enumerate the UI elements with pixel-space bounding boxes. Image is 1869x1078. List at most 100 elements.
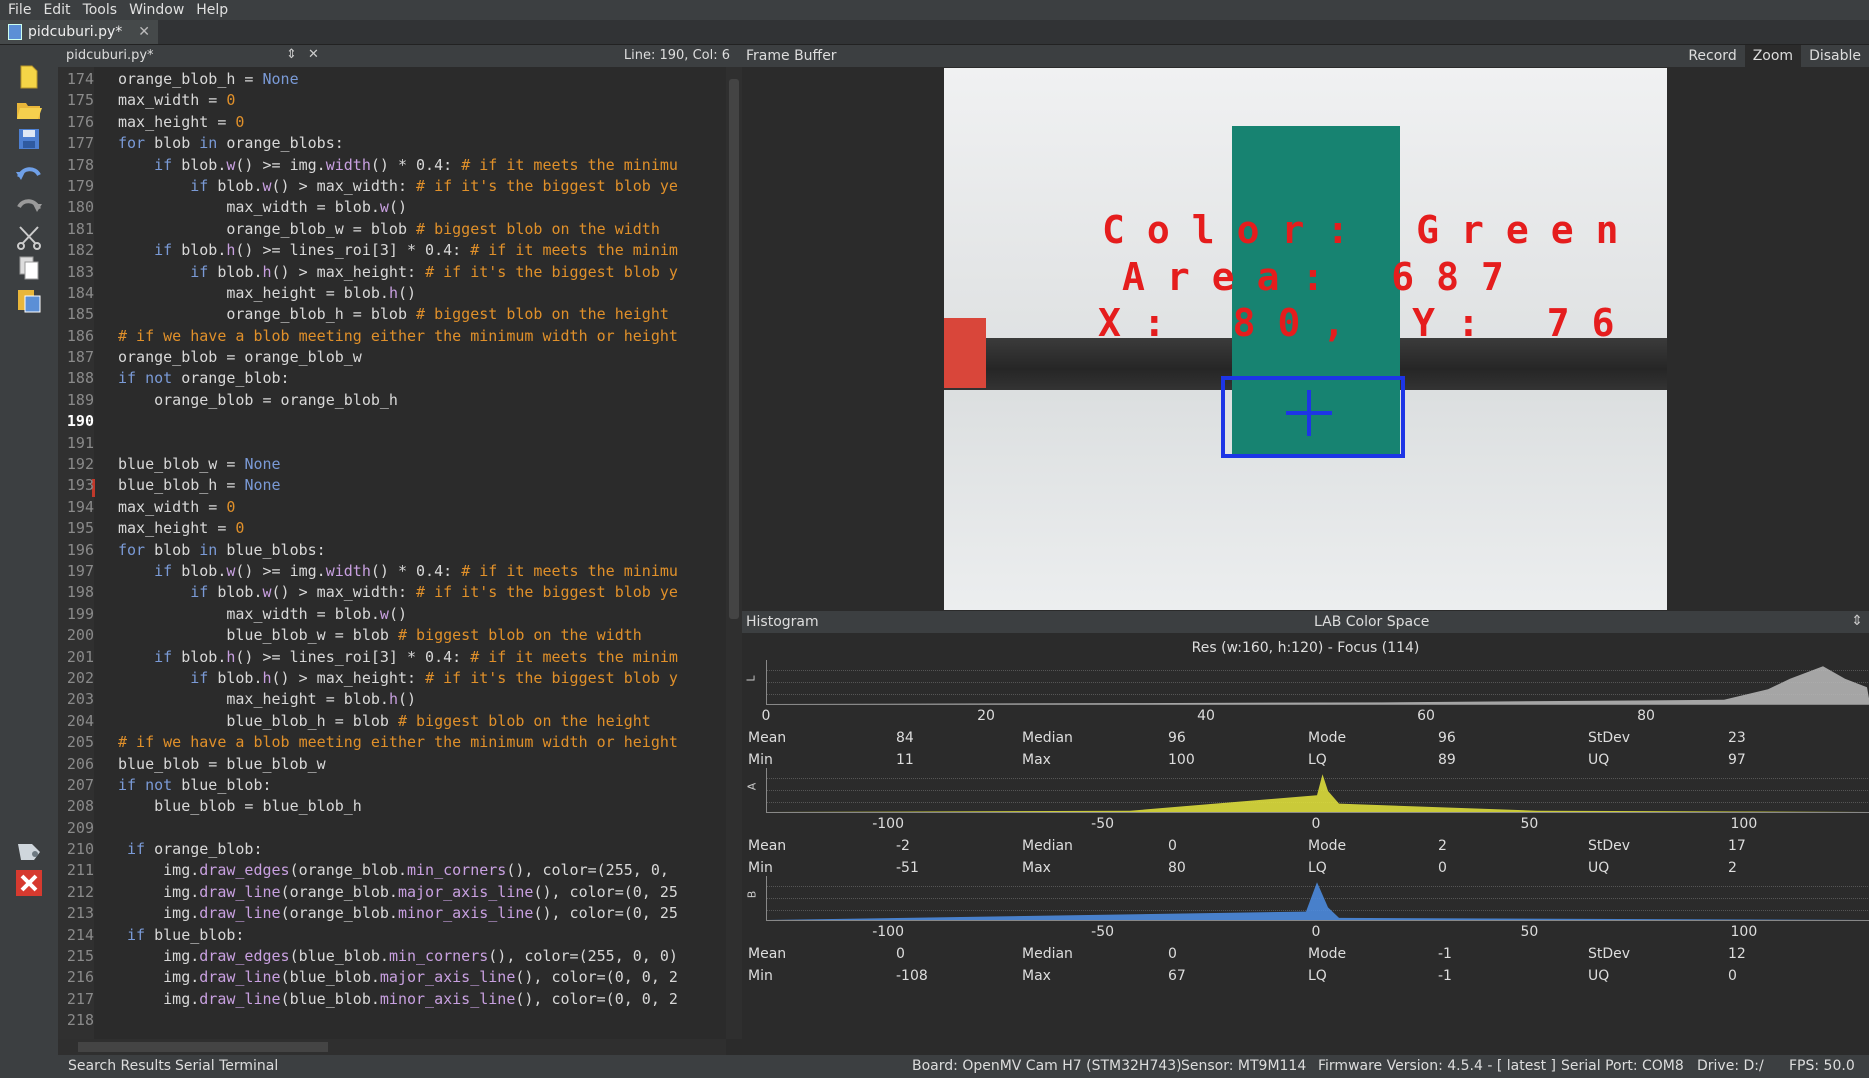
code-line[interactable]: 180 max_width = blob.w() (58, 197, 678, 218)
new-file-icon[interactable] (13, 61, 45, 93)
code-line[interactable]: 205 # if we have a blob meeting either th… (58, 732, 678, 753)
code-text[interactable]: img.draw_edges(orange_blob.min_corners()… (94, 860, 669, 881)
code-line[interactable]: 204 blue_blob_h = blob # biggest blob on… (58, 711, 678, 732)
editor-horizontal-scrollbar[interactable] (58, 1039, 726, 1055)
code-text[interactable]: blue_blob_h = blob # biggest blob on the… (94, 711, 650, 732)
code-text[interactable]: if blob.w() >= img.width() * 0.4: # if i… (94, 561, 678, 582)
code-text[interactable]: if blob.h() > max_height: # if it's the … (94, 262, 678, 283)
code-text[interactable]: img.draw_line(blue_blob.major_axis_line(… (94, 967, 678, 988)
code-text[interactable]: for blob in orange_blobs: (94, 133, 344, 154)
record-button[interactable]: Record (1680, 45, 1744, 67)
code-line[interactable]: 184 max_height = blob.h() (58, 283, 678, 304)
code-text[interactable]: if not orange_blob: (94, 368, 290, 389)
code-line[interactable]: 201 if blob.h() >= lines_roi[3] * 0.4: #… (58, 647, 678, 668)
code-line[interactable]: 178 if blob.w() >= img.width() * 0.4: # … (58, 155, 678, 176)
code-text[interactable]: for blob in blue_blobs: (94, 540, 326, 561)
code-line[interactable]: 189 orange_blob = orange_blob_h (58, 390, 678, 411)
undo-icon[interactable] (13, 158, 45, 190)
code-text[interactable]: if orange_blob: (94, 839, 262, 860)
code-text[interactable]: img.draw_line(orange_blob.minor_axis_lin… (94, 903, 678, 924)
code-line[interactable]: 191 (58, 433, 678, 454)
menu-edit[interactable]: Edit (37, 2, 76, 18)
vertical-scroll-thumb[interactable] (729, 79, 739, 619)
code-text[interactable]: if blue_blob: (94, 925, 244, 946)
code-line[interactable]: 194 max_width = 0 (58, 497, 678, 518)
zoom-button[interactable]: Zoom (1744, 45, 1802, 67)
code-line[interactable]: 187 orange_blob = orange_blob_w (58, 347, 678, 368)
code-text[interactable]: max_height = 0 (94, 518, 244, 539)
code-line[interactable]: 200 blue_blob_w = blob # biggest blob on… (58, 625, 678, 646)
code-lines[interactable]: 174 orange_blob_h = None 175 max_width = 01… (58, 69, 678, 1032)
code-text[interactable]: orange_blob_w = blob # biggest blob on t… (94, 219, 660, 240)
code-text[interactable]: blue_blob_h = None (94, 475, 281, 496)
code-text[interactable]: if blob.h() >= lines_roi[3] * 0.4: # if … (94, 647, 678, 668)
code-text[interactable]: img.draw_edges(blue_blob.min_corners(), … (94, 946, 678, 967)
code-text[interactable]: blue_blob_w = None (94, 454, 281, 475)
save-icon[interactable] (13, 123, 45, 155)
code-text[interactable]: max_height = blob.h() (94, 283, 416, 304)
code-line[interactable]: 188 if not orange_blob: (58, 368, 678, 389)
code-text[interactable]: if blob.w() >= img.width() * 0.4: # if i… (94, 155, 678, 176)
code-line[interactable]: 179 if blob.w() > max_width: # if it's t… (58, 176, 678, 197)
code-line[interactable]: 218 (58, 1010, 678, 1031)
code-line[interactable]: 177 for blob in orange_blobs: (58, 133, 678, 154)
color-space-dropdown-icon[interactable]: ⇕ (1851, 613, 1863, 629)
code-text[interactable]: max_height = blob.h() (94, 689, 416, 710)
code-text[interactable]: blue_blob = blue_blob_w (94, 754, 326, 775)
code-line[interactable]: 210 if orange_blob: (58, 839, 678, 860)
disable-button[interactable]: Disable (1801, 45, 1869, 67)
code-line[interactable]: 174 orange_blob_h = None (58, 69, 678, 90)
editor-file-name[interactable]: pidcuburi.py* (66, 48, 154, 63)
code-text[interactable]: if blob.w() > max_width: # if it's the b… (94, 176, 678, 197)
code-text[interactable]: max_width = blob.w() (94, 604, 407, 625)
close-tab-icon[interactable]: ✕ (138, 24, 150, 40)
code-line[interactable]: 196 for blob in blue_blobs: (58, 540, 678, 561)
horizontal-scroll-thumb[interactable] (78, 1042, 328, 1052)
code-line[interactable]: 217 img.draw_line(blue_blob.minor_axis_l… (58, 989, 678, 1010)
firmware-info[interactable]: Firmware Version: 4.5.4 - [ latest ] (1318, 1058, 1556, 1074)
code-editor[interactable]: 174 orange_blob_h = None 175 max_width = 01… (58, 67, 726, 1039)
serial-terminal-tab[interactable]: Serial Terminal (175, 1058, 278, 1074)
code-text[interactable]: if blob.h() > max_height: # if it's the … (94, 668, 678, 689)
code-line[interactable]: 207 if not blue_blob: (58, 775, 678, 796)
code-line[interactable]: 215 img.draw_edges(blue_blob.min_corners… (58, 946, 678, 967)
code-text[interactable]: img.draw_line(blue_blob.minor_axis_line(… (94, 989, 678, 1010)
code-text[interactable]: orange_blob_h = blob # biggest blob on t… (94, 304, 669, 325)
file-tab[interactable]: pidcuburi.py* ✕ (0, 20, 158, 44)
code-line[interactable]: 195 max_height = 0 (58, 518, 678, 539)
code-text[interactable]: orange_blob_h = None (94, 69, 299, 90)
code-line[interactable]: 183 if blob.h() > max_height: # if it's … (58, 262, 678, 283)
code-line[interactable]: 185 orange_blob_h = blob # biggest blob … (58, 304, 678, 325)
file-dropdown-icon[interactable]: ⇕ (286, 47, 297, 62)
code-text[interactable]: orange_blob = orange_blob_w (94, 347, 362, 368)
code-text[interactable]: if blob.w() > max_width: # if it's the b… (94, 582, 678, 603)
close-editor-icon[interactable]: ✕ (308, 47, 319, 62)
code-line[interactable]: 197 if blob.w() >= img.width() * 0.4: # … (58, 561, 678, 582)
search-results-tab[interactable]: Search Results (68, 1058, 171, 1074)
code-line[interactable]: 186 # if we have a blob meeting either th… (58, 326, 678, 347)
code-text[interactable]: max_height = 0 (94, 112, 244, 133)
code-text[interactable]: max_width = blob.w() (94, 197, 407, 218)
code-text[interactable]: img.draw_line(orange_blob.major_axis_lin… (94, 882, 678, 903)
code-text[interactable]: # if we have a blob meeting either the m… (94, 732, 678, 753)
stop-icon[interactable] (13, 867, 45, 899)
paste-icon[interactable] (13, 284, 45, 316)
code-line[interactable]: 182 if blob.h() >= lines_roi[3] * 0.4: #… (58, 240, 678, 261)
code-text[interactable]: if not blue_blob: (94, 775, 272, 796)
cut-icon[interactable] (13, 221, 45, 253)
code-line[interactable]: 211 img.draw_edges(orange_blob.min_corne… (58, 860, 678, 881)
code-line[interactable]: 206 blue_blob = blue_blob_w (58, 754, 678, 775)
code-line[interactable]: 203 max_height = blob.h() (58, 689, 678, 710)
code-line[interactable]: 198 if blob.w() > max_width: # if it's t… (58, 582, 678, 603)
menu-window[interactable]: Window (123, 2, 190, 18)
code-line[interactable]: 213 img.draw_line(orange_blob.minor_axis… (58, 903, 678, 924)
color-space-select[interactable]: LAB Color Space (1314, 614, 1429, 630)
code-text[interactable]: blue_blob_w = blob # biggest blob on the… (94, 625, 641, 646)
editor-vertical-scrollbar[interactable] (726, 67, 742, 1039)
code-text[interactable]: orange_blob = orange_blob_h (94, 390, 398, 411)
code-line[interactable]: 199 max_width = blob.w() (58, 604, 678, 625)
code-text[interactable]: max_width = 0 (94, 497, 235, 518)
redo-icon[interactable] (13, 190, 45, 222)
connect-icon[interactable] (13, 835, 45, 867)
code-text[interactable]: # if we have a blob meeting either the m… (94, 326, 678, 347)
